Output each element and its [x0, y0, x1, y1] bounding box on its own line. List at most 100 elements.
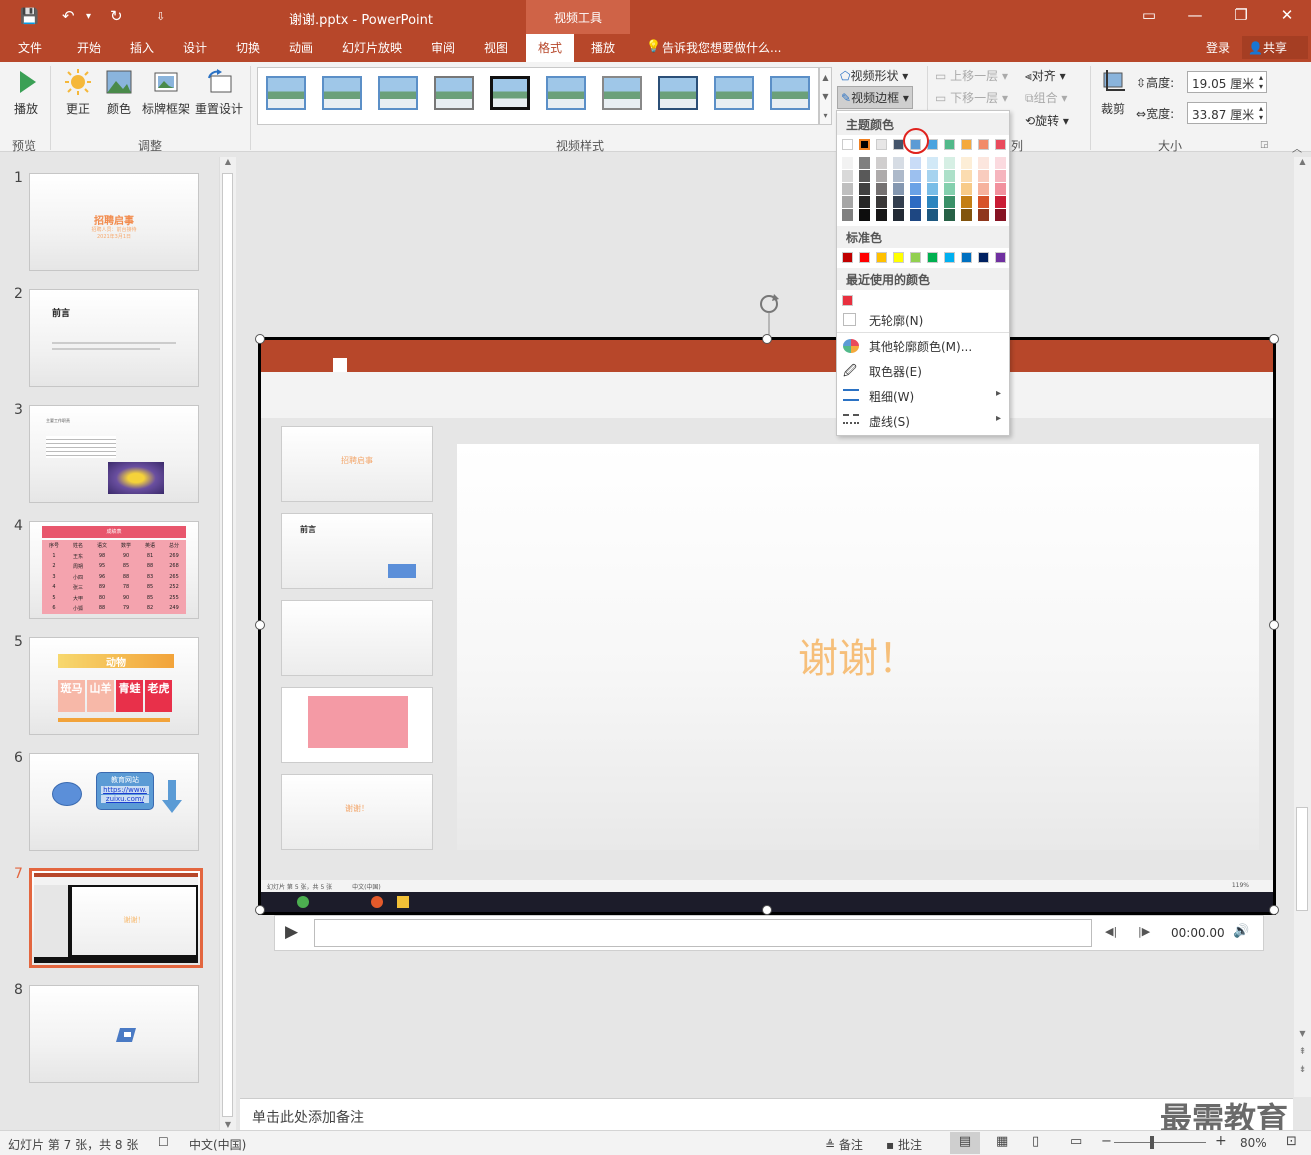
- standard-color-swatch[interactable]: [961, 252, 972, 263]
- slide-thumbnail-2[interactable]: 前言: [29, 289, 199, 387]
- standard-color-swatch[interactable]: [876, 252, 887, 263]
- color-button[interactable]: 颜色: [102, 68, 136, 117]
- video-style-item[interactable]: [770, 76, 810, 110]
- close-button[interactable]: ✕: [1264, 6, 1310, 24]
- share-button[interactable]: 👤共享: [1242, 36, 1308, 59]
- video-style-item[interactable]: [378, 76, 418, 110]
- normal-view-icon[interactable]: ▤: [950, 1132, 980, 1154]
- send-backward-button[interactable]: ▭ 下移一层 ▾: [935, 89, 1008, 106]
- slide-thumbnail-7[interactable]: 谢谢！: [29, 868, 203, 968]
- tab-review[interactable]: 审阅: [431, 39, 455, 56]
- thumbnails-scrollbar[interactable]: ▲ ▼: [219, 157, 236, 1131]
- resize-handle[interactable]: [1269, 905, 1279, 915]
- width-spinner[interactable]: ▴ ▾: [1259, 104, 1263, 122]
- standard-color-swatch[interactable]: [842, 252, 853, 263]
- tab-slideshow[interactable]: 幻灯片放映: [342, 39, 402, 56]
- width-input[interactable]: 33.87 厘米 ▴ ▾: [1187, 102, 1267, 124]
- step-back-icon[interactable]: ◀|: [1105, 925, 1117, 938]
- undo-dropdown-icon[interactable]: ▾: [86, 11, 91, 22]
- more-outline-colors-item[interactable]: 其他轮廓颜色(M)...: [837, 334, 1009, 359]
- slide-thumbnail-5[interactable]: 动物 斑马 山羊 青蛙 老虎: [29, 637, 199, 735]
- slide-thumbnail-8[interactable]: [29, 985, 199, 1083]
- tab-view[interactable]: 视图: [484, 39, 508, 56]
- rotate-button[interactable]: ⟲旋转 ▾: [1025, 112, 1069, 129]
- resize-handle[interactable]: [1269, 620, 1279, 630]
- comments-toggle[interactable]: ▪ 批注: [886, 1136, 922, 1153]
- sign-in-link[interactable]: 登录: [1206, 39, 1230, 56]
- slide-sorter-icon[interactable]: ▦: [996, 1134, 1008, 1149]
- tab-file[interactable]: 文件: [18, 39, 42, 56]
- resize-handle[interactable]: [762, 334, 772, 344]
- video-style-item[interactable]: [322, 76, 362, 110]
- undo-icon[interactable]: ↶: [62, 7, 75, 25]
- resize-handle[interactable]: [762, 905, 772, 915]
- redo-icon[interactable]: ↻: [110, 7, 123, 25]
- eyedropper-item[interactable]: 🖉 取色器(E): [837, 359, 1009, 384]
- resize-handle[interactable]: [255, 334, 265, 344]
- fit-to-window-icon[interactable]: ⊡: [1286, 1134, 1297, 1149]
- standard-color-swatch[interactable]: [995, 252, 1006, 263]
- video-styles-gallery[interactable]: [257, 67, 819, 125]
- slide-thumbnail-3[interactable]: 主要工作职责: [29, 405, 199, 503]
- video-style-item[interactable]: [602, 76, 642, 110]
- group-button[interactable]: ⧉组合 ▾: [1025, 89, 1067, 106]
- zoom-in-button[interactable]: +: [1215, 1133, 1227, 1149]
- tab-insert[interactable]: 插入: [130, 39, 154, 56]
- video-play-icon[interactable]: ▶: [285, 922, 298, 942]
- video-timeline[interactable]: [314, 919, 1092, 947]
- tab-home[interactable]: 开始: [77, 39, 101, 56]
- tab-format[interactable]: 格式: [526, 34, 575, 62]
- zoom-slider[interactable]: [1114, 1142, 1206, 1143]
- resize-handle[interactable]: [1269, 334, 1279, 344]
- resize-handle[interactable]: [255, 620, 265, 630]
- notes-toggle[interactable]: ≜ 备注: [825, 1136, 863, 1153]
- slide-thumbnail-1[interactable]: 招聘启事 招聘人员：前台接待 2021年3月1日: [29, 173, 199, 271]
- tab-transitions[interactable]: 切换: [236, 39, 260, 56]
- reading-view-icon[interactable]: ▯: [1032, 1134, 1039, 1149]
- no-outline-item[interactable]: 无轮廓(N): [837, 308, 1009, 333]
- standard-color-swatch[interactable]: [927, 252, 938, 263]
- zoom-slider-thumb[interactable]: [1150, 1136, 1154, 1149]
- minimize-button[interactable]: —: [1172, 6, 1218, 24]
- tab-playback[interactable]: 播放: [591, 39, 615, 56]
- maximize-button[interactable]: ❐: [1218, 6, 1264, 24]
- volume-icon[interactable]: 🔊: [1233, 924, 1249, 939]
- corrections-button[interactable]: 更正: [58, 68, 98, 117]
- zoom-level[interactable]: 80%: [1240, 1136, 1267, 1150]
- slide-thumbnail-4[interactable]: 成绩表 序号 姓名 语文 数学 英语 总分 1 王东 98 90 81 269 2 周朔 95 85 88 268…: [29, 521, 199, 619]
- customize-quick-access-icon[interactable]: ⇩: [156, 10, 165, 23]
- crop-button[interactable]: 裁剪: [1096, 68, 1130, 117]
- video-style-item[interactable]: [490, 76, 530, 110]
- align-button[interactable]: ⫷对齐 ▾: [1025, 67, 1066, 84]
- video-style-item[interactable]: [714, 76, 754, 110]
- standard-color-swatch[interactable]: [859, 252, 870, 263]
- reset-design-button[interactable]: 重置设计: [193, 68, 245, 117]
- video-border-button[interactable]: ✎视频边框 ▾: [837, 86, 913, 109]
- size-dialog-launcher-icon[interactable]: ◲: [1260, 140, 1269, 150]
- weight-item[interactable]: 粗细(W) ▸: [837, 384, 1009, 409]
- notes-pane[interactable]: 单击此处添加备注: [240, 1098, 1293, 1130]
- video-shape-button[interactable]: ⬠视频形状 ▾: [840, 67, 908, 84]
- collapse-ribbon-icon[interactable]: ︿: [1292, 140, 1302, 155]
- step-forward-icon[interactable]: |▶: [1138, 925, 1150, 938]
- ribbon-display-options-icon[interactable]: ▭: [1126, 6, 1172, 24]
- standard-color-swatch[interactable]: [893, 252, 904, 263]
- standard-color-swatch[interactable]: [910, 252, 921, 263]
- height-spinner[interactable]: ▴ ▾: [1259, 73, 1263, 91]
- slideshow-view-icon[interactable]: ▭: [1070, 1134, 1082, 1149]
- tab-design[interactable]: 设计: [183, 39, 207, 56]
- editor-scrollbar[interactable]: ▲ ▼ ⇞ ⇟: [1294, 157, 1311, 1097]
- video-style-item[interactable]: [434, 76, 474, 110]
- recent-color-swatch[interactable]: [842, 295, 853, 306]
- tab-animations[interactable]: 动画: [289, 39, 313, 56]
- video-style-item[interactable]: [266, 76, 306, 110]
- slide-thumbnail-6[interactable]: 教育网站 https://www. zuixu.com/: [29, 753, 199, 851]
- bring-forward-button[interactable]: ▭ 上移一层 ▾: [935, 67, 1008, 84]
- poster-frame-button[interactable]: 标牌框架: [140, 68, 192, 117]
- video-object[interactable]: 招聘启事 前言 谢谢！ 谢谢！ 幻灯片 第 5 张，共 5 张 中文(中国) 119…: [258, 337, 1276, 915]
- zoom-out-button[interactable]: −: [1101, 1134, 1112, 1149]
- rotate-handle-icon[interactable]: [757, 293, 781, 337]
- video-style-item[interactable]: [658, 76, 698, 110]
- video-style-item[interactable]: [546, 76, 586, 110]
- standard-color-swatch[interactable]: [944, 252, 955, 263]
